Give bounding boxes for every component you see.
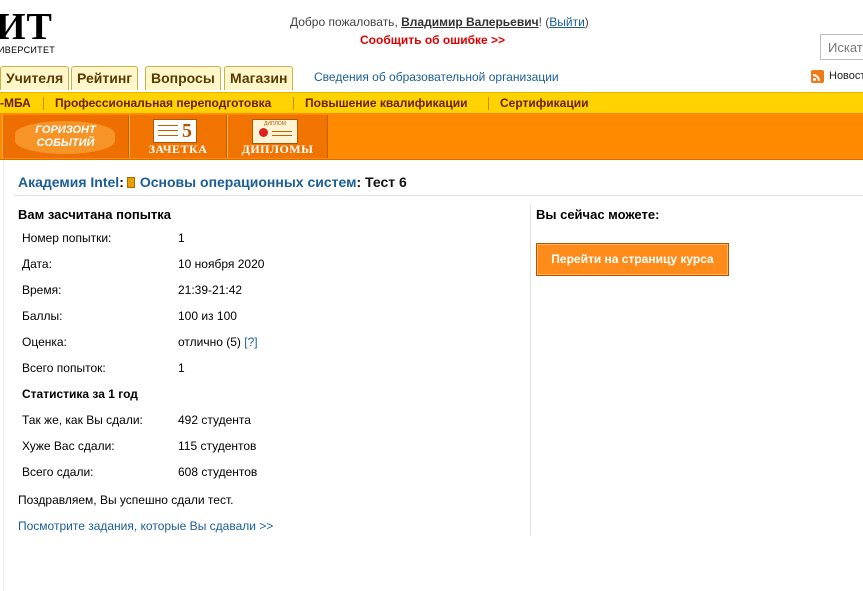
site-logo[interactable]: ИТ [0,8,53,46]
tab-teachers[interactable]: Учителя [0,66,70,90]
total-passed-label: Всего сдали: [22,465,94,479]
nav-certification[interactable]: Сертификации [500,96,588,110]
table-row: Оценка: отлично (5) [?] [19,329,264,355]
table-row: Всего сдали: 608 студентов [19,459,264,485]
diplomas-label: ДИПЛОМЫ [241,142,314,156]
nav-qualification[interactable]: Повышение квалификации [305,96,467,110]
nav-divider [293,97,294,110]
tab-rating[interactable]: Рейтинг [71,66,139,90]
attempt-value: 1 [178,231,185,245]
worse-label: Хуже Вас сдали: [22,439,115,453]
go-to-course-button[interactable]: Перейти на страницу курса [536,243,729,276]
diploma-mini-label: ДИПЛОМ [264,121,286,127]
diploma-icon: ДИПЛОМ [252,119,298,144]
logout-link[interactable]: Выйти [549,15,585,29]
news-link[interactable]: Новост [829,70,863,82]
user-name-link[interactable]: Владимир Валерьевич [401,15,538,29]
worse-value: 115 студентов [178,439,257,453]
table-row: Статистика за 1 год [19,381,264,407]
horizon-label: ГОРИЗОНТ СОБЫТИЙ [3,124,128,150]
table-row: Хуже Вас сдали: 115 студентов [19,433,264,459]
table-row: Баллы: 100 из 100 [19,303,264,329]
column-divider [530,205,531,535]
nav-divider [488,97,489,110]
time-value: 21:39-21:42 [178,283,243,297]
table-row: Дата: 10 ноября 2020 [19,251,264,277]
breadcrumb-sep: : [119,174,124,190]
welcome-prefix: Добро пожаловать, [290,15,402,29]
tab-shop[interactable]: Магазин [224,66,294,90]
report-error-link[interactable]: Сообщить об ошибке >> [360,33,505,47]
table-row: Так же, как Вы сдали: 492 студента [19,407,264,433]
grade-cell: отлично (5) [?] [175,329,264,355]
total-passed-value: 608 студентов [178,465,258,479]
welcome-excl: ! ( [538,15,550,29]
same-value: 492 студента [178,413,251,427]
breadcrumb-course[interactable]: Основы операционных систем [140,174,357,190]
view-tasks-link[interactable]: Посмотрите задания, которые Вы сдавали >… [18,519,273,533]
org-info-link[interactable]: Сведения об образовательной организации [314,70,559,84]
table-row: Номер попытки: 1 [19,225,264,251]
tab-questions[interactable]: Вопросы [145,66,221,90]
left-border [3,160,4,591]
breadcrumb-academy[interactable]: Академия Intel [18,174,119,190]
date-label: Дата: [22,257,52,271]
program-nav: -МБА Профессиональная переподготовка Пов… [0,92,863,113]
rss-icon[interactable] [811,70,824,83]
diploma-seal [259,128,268,137]
actions-heading: Вы сейчас можете: [536,207,660,222]
grade-help-link[interactable]: [?] [244,335,257,349]
grade-label: Оценка: [22,335,67,349]
divider [14,195,863,196]
gradebook-icon: 5 [153,119,197,143]
score-value: 100 из 100 [178,309,237,323]
result-table: Номер попытки: 1 Дата: 10 ноября 2020 Врем… [19,225,264,485]
diplomas-button[interactable]: ДИПЛОМ ДИПЛОМЫ [227,115,328,158]
attempts-total-value: 1 [178,361,185,375]
attempt-label: Номер попытки: [22,231,112,245]
breadcrumb-test: : Тест 6 [356,174,407,190]
congrats-message: Поздравляем, Вы успешно сдали тест. [18,493,234,507]
grade-value: отлично (5) [178,335,241,349]
attempts-total-label: Всего попыток: [22,361,106,375]
gradebook-label: ЗАЧЕТКА [148,142,208,156]
book-icon [126,177,135,188]
date-value: 10 ноября 2020 [178,257,265,271]
stats-heading: Статистика за 1 год [22,387,138,401]
table-row: Всего попыток: 1 [19,355,264,381]
gradebook-grade: 5 [182,120,192,142]
feature-bar: ГОРИЗОНТ СОБЫТИЙ 5 ЗАЧЕТКА ДИПЛОМ ДИПЛОМ… [0,113,863,160]
time-label: Время: [22,283,62,297]
same-label: Так же, как Вы сдали: [22,413,143,427]
nav-mba[interactable]: -МБА [0,96,31,110]
breadcrumb: Академия Intel: Основы операционных систе… [18,174,407,190]
nav-divider [43,97,44,110]
events-horizon-button[interactable]: ГОРИЗОНТ СОБЫТИЙ [2,115,129,158]
result-heading: Вам засчитана попытка [18,207,171,222]
site-logo-subtitle: ИВЕРСИТЕТ [0,45,56,55]
score-label: Баллы: [22,309,63,323]
welcome-line: Добро пожаловать, Владимир Валерьевич! (… [290,15,589,29]
horizon-label-line2: СОБЫТИЙ [36,137,95,149]
table-row: Время: 21:39-21:42 [19,277,264,303]
gradebook-button[interactable]: 5 ЗАЧЕТКА [129,115,227,158]
welcome-close: ) [584,15,589,29]
horizon-label-line1: ГОРИЗОНТ [35,124,96,136]
nav-retraining[interactable]: Профессиональная переподготовка [55,96,271,110]
search-input[interactable]: Искать [820,34,863,60]
